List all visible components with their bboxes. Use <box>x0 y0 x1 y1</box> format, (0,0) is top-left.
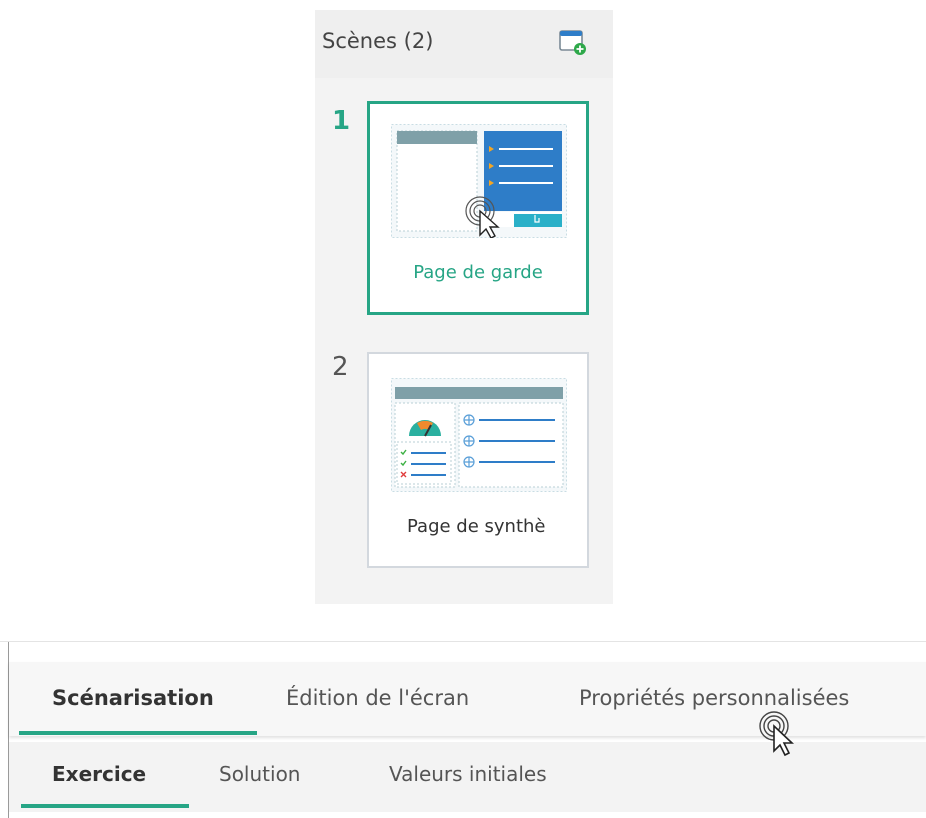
scene-number: 2 <box>332 352 349 382</box>
scene-card-page-de-synthese[interactable]: Page de synthè <box>367 352 589 568</box>
scenes-title: Scènes (2) <box>322 29 434 53</box>
main-tab-bar: Scénarisation Édition de l'écran Proprié… <box>9 662 926 736</box>
subtab-exercice[interactable]: Exercice <box>52 762 146 786</box>
tab-scenarisation[interactable]: Scénarisation <box>52 686 214 710</box>
scene-number: 1 <box>332 106 351 136</box>
subtab-valeurs-initiales[interactable]: Valeurs initiales <box>389 762 547 786</box>
scene-label: Page de garde <box>413 262 543 283</box>
scenes-panel: Scènes (2) 1 Page de garde 2 Page de syn… <box>315 10 613 604</box>
scene-label: Page de synthè <box>407 516 546 537</box>
scene-card-page-de-garde[interactable]: Page de garde <box>367 101 589 315</box>
active-tab-indicator <box>19 731 257 735</box>
add-scene-icon[interactable] <box>558 27 588 57</box>
tab-edition-ecran[interactable]: Édition de l'écran <box>286 686 469 710</box>
cover-page-template-icon <box>391 124 567 238</box>
divider <box>0 641 926 642</box>
scenes-header: Scènes (2) <box>315 10 613 78</box>
tab-proprietes-personnalisees[interactable]: Propriétés personnalisées <box>579 686 849 710</box>
subtab-solution[interactable]: Solution <box>219 762 300 786</box>
active-subtab-indicator <box>21 804 189 808</box>
sub-tab-bar: Exercice Solution Valeurs initiales <box>9 742 926 812</box>
summary-page-template-icon <box>391 378 567 492</box>
